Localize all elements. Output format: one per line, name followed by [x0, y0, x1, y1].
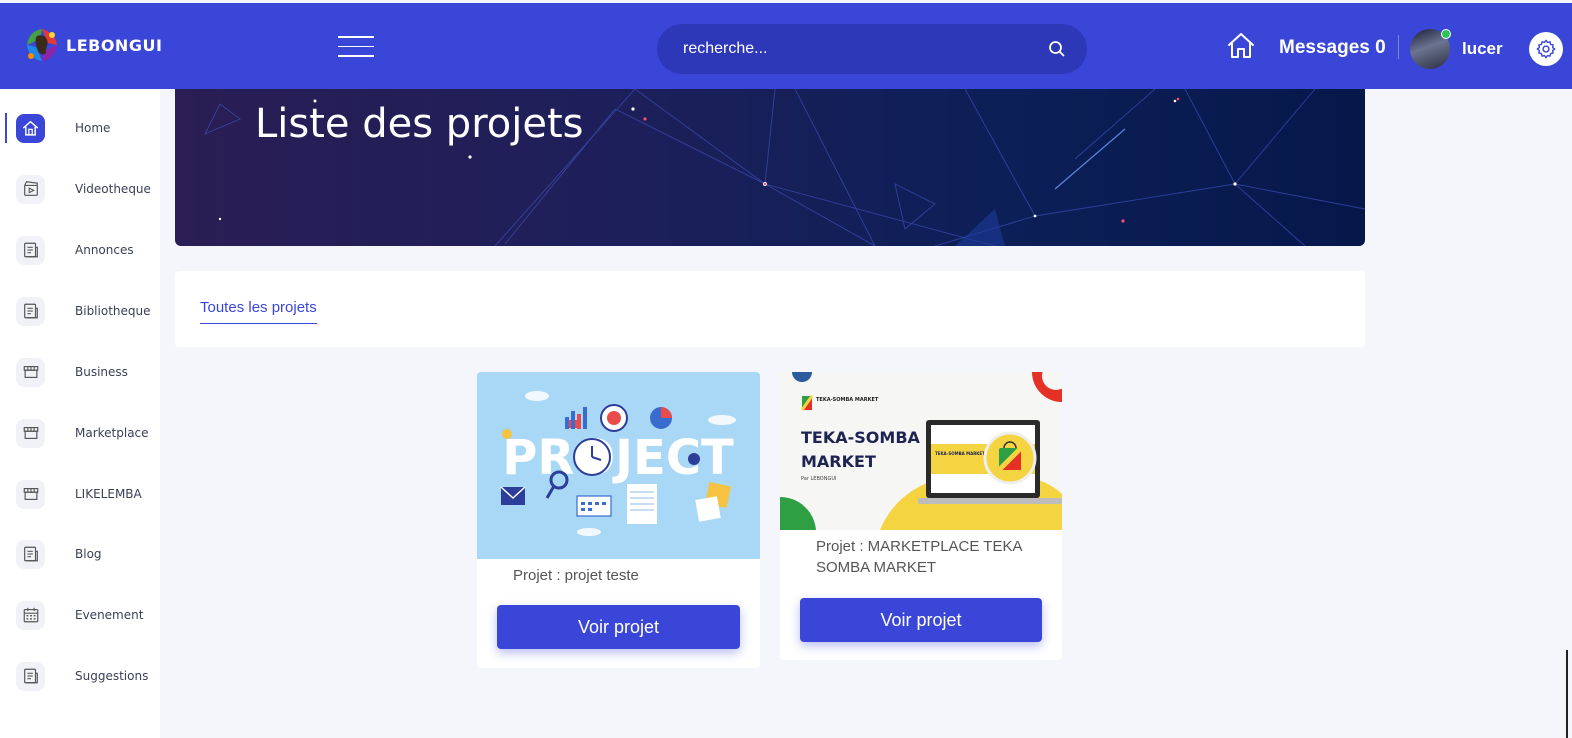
- sidebar-item-label: Bibliotheque: [75, 304, 151, 318]
- search-input[interactable]: [683, 24, 1043, 74]
- sidebar-item-label: Marketplace: [75, 426, 149, 440]
- sidebar: Home Videotheque Annonces Bibliotheque B…: [0, 89, 160, 738]
- sidebar-item-label: Annonces: [75, 243, 134, 257]
- search-bar: [657, 24, 1087, 74]
- view-project-button[interactable]: Voir projet: [800, 598, 1042, 642]
- view-project-button[interactable]: Voir projet: [497, 605, 740, 649]
- project-image[interactable]: PROJECT: [477, 372, 760, 559]
- settings-button[interactable]: [1529, 32, 1563, 66]
- sidebar-item-label: Videotheque: [75, 182, 151, 196]
- calendar-icon: [16, 600, 45, 630]
- sidebar-item-evenement[interactable]: Evenement: [0, 590, 160, 640]
- sidebar-item-business[interactable]: Business: [0, 347, 160, 397]
- project-image-heading-line2: MARKET: [801, 452, 876, 471]
- header-divider: [1398, 35, 1399, 59]
- document-icon: [16, 235, 45, 265]
- menu-toggle-button[interactable]: [338, 36, 374, 58]
- gear-icon: [1536, 39, 1556, 59]
- project-title: Projet : MARKETPLACE TEKA SOMBA MARKET: [816, 538, 1022, 576]
- logo[interactable]: LEBONGUI: [22, 25, 162, 65]
- tab-all-projects[interactable]: Toutes les projets: [200, 299, 317, 324]
- logo-text: LEBONGUI: [66, 35, 163, 55]
- home-icon: [16, 113, 45, 143]
- project-image-byline: Par LEBONGUI: [801, 476, 836, 482]
- project-image-heading-line1: TEKA-SOMBA: [801, 428, 921, 447]
- sidebar-item-annonces[interactable]: Annonces: [0, 225, 160, 275]
- avatar[interactable]: [1410, 29, 1451, 69]
- sidebar-item-label: Blog: [75, 547, 102, 561]
- project-image-logo-text: TEKA-SOMBA MARKET: [816, 397, 879, 403]
- logo-mark-icon: [27, 29, 57, 61]
- document-icon: [16, 296, 45, 326]
- sidebar-item-label: Home: [75, 121, 111, 135]
- username[interactable]: lucer: [1462, 39, 1503, 59]
- page-title: Liste des projets: [255, 101, 584, 147]
- document-icon: [16, 539, 45, 569]
- store-icon: [16, 479, 45, 509]
- sidebar-item-likelemba[interactable]: LIKELEMBA: [0, 469, 160, 519]
- sidebar-item-label: Suggestions: [75, 669, 149, 683]
- sidebar-item-suggestions[interactable]: Suggestions: [0, 651, 160, 701]
- home-icon[interactable]: [1226, 31, 1256, 61]
- sidebar-item-blog[interactable]: Blog: [0, 529, 160, 579]
- sidebar-item-label: Evenement: [75, 608, 144, 622]
- messages-link[interactable]: Messages 0: [1279, 37, 1386, 59]
- menu-line: [338, 36, 374, 38]
- sidebar-item-videotheque[interactable]: Videotheque: [0, 164, 160, 214]
- sidebar-item-home[interactable]: Home: [0, 103, 160, 153]
- document-icon: [16, 661, 45, 691]
- menu-line: [338, 45, 374, 47]
- filter-tabs-card: Toutes les projets: [175, 271, 1365, 347]
- sidebar-item-label: LIKELEMBA: [75, 487, 142, 501]
- sidebar-item-marketplace[interactable]: Marketplace: [0, 408, 160, 458]
- menu-line: [338, 55, 374, 57]
- store-icon: [16, 418, 45, 448]
- project-illustration: TEKA-SOMBA MARKET TEKA-SOMBA MARKET Par …: [780, 372, 1062, 530]
- sidebar-item-bibliotheque[interactable]: Bibliotheque: [0, 286, 160, 336]
- project-image[interactable]: TEKA-SOMBA MARKET TEKA-SOMBA MARKET Par …: [780, 372, 1062, 530]
- active-indicator: [5, 113, 7, 143]
- store-icon: [16, 357, 45, 387]
- search-icon[interactable]: [1047, 39, 1067, 59]
- scrollbar[interactable]: [1566, 650, 1568, 738]
- project-title: Projet : projet teste: [513, 567, 639, 584]
- project-illustration: PROJECT: [500, 391, 736, 536]
- project-card: PROJECT Projet : projet teste Voir proje…: [477, 372, 760, 668]
- top-navbar: LEBONGUI Messages 0 lucer: [0, 3, 1572, 89]
- sidebar-item-label: Business: [75, 365, 128, 379]
- project-card: TEKA-SOMBA MARKET TEKA-SOMBA MARKET Par …: [780, 372, 1062, 660]
- video-icon: [16, 174, 45, 204]
- online-status-dot: [1441, 29, 1451, 39]
- page-banner: Liste des projets: [175, 89, 1365, 246]
